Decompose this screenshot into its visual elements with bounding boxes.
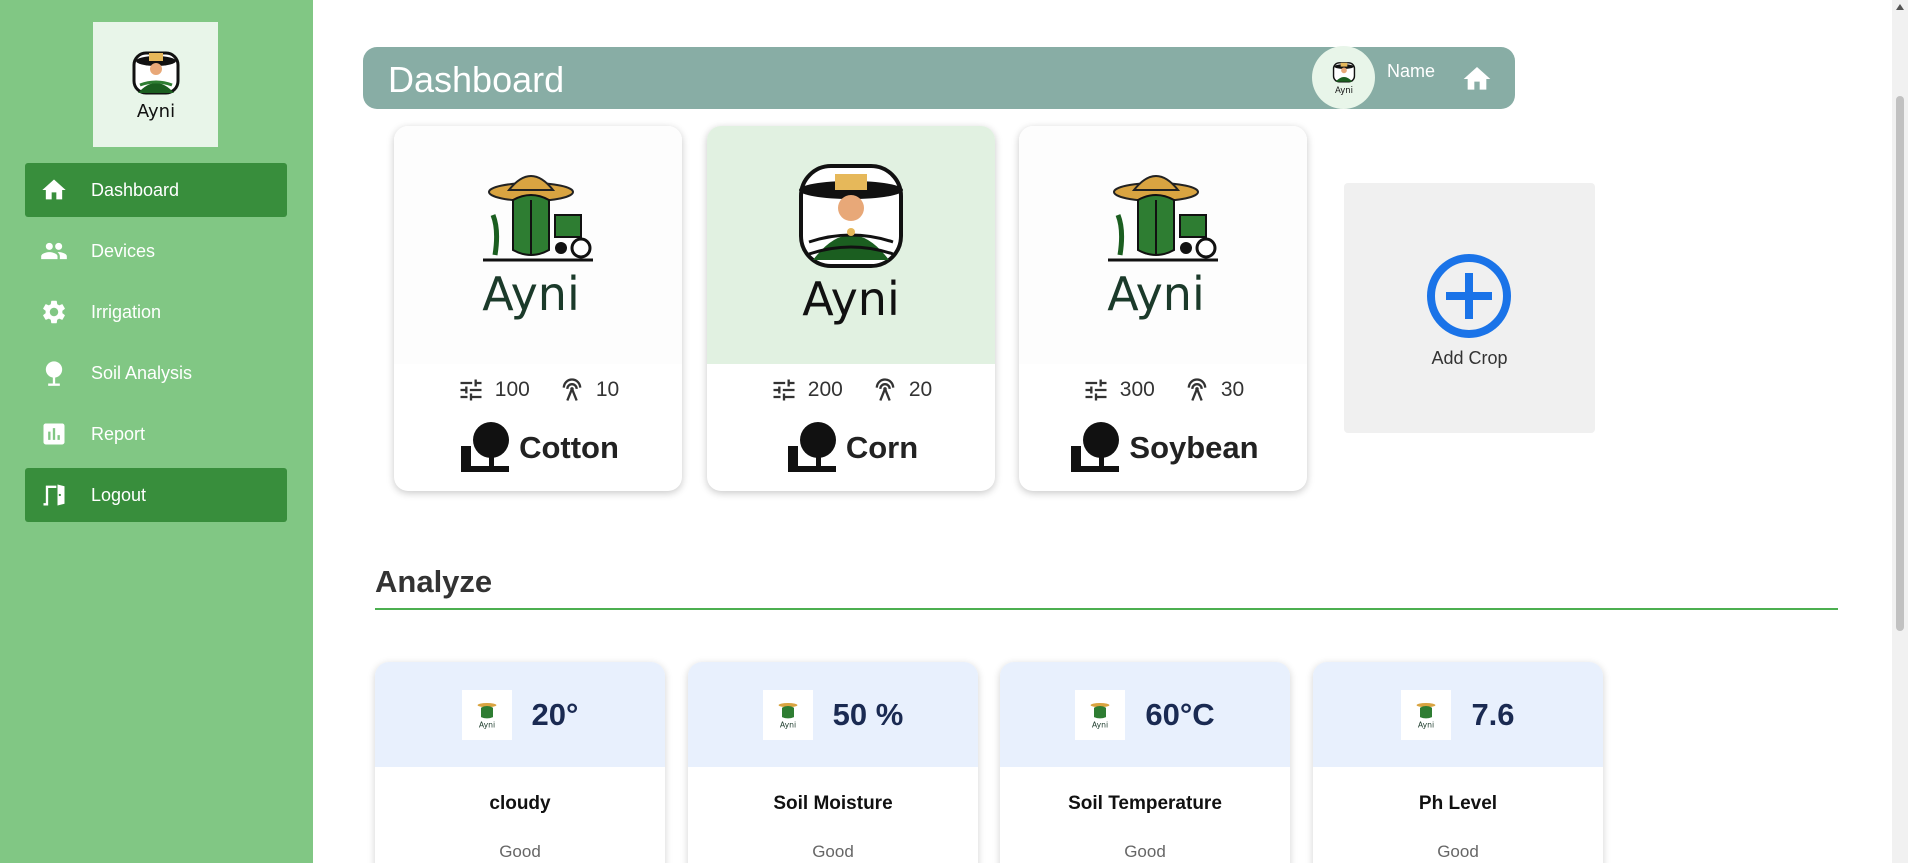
metric-status: Good: [812, 842, 854, 861]
sidebar-item-irrigation[interactable]: Irrigation: [25, 285, 287, 339]
ayni-logo-icon: Ayni: [1332, 61, 1355, 96]
sensor-count: 10: [558, 376, 619, 404]
device-count: 200: [770, 376, 843, 404]
metric-header: Ayni 50 %: [688, 662, 978, 767]
ayni-farmer-logo-icon: Ayni: [1107, 175, 1218, 321]
metric-header: Ayni 60°C: [1000, 662, 1290, 767]
ayni-logo-icon: Ayni: [1075, 689, 1126, 740]
field-icon: [461, 422, 510, 472]
sliders-icon: [773, 379, 795, 401]
crop-image: Ayni: [394, 126, 682, 364]
logout-icon: [39, 480, 69, 510]
metric-card-soil-temperature[interactable]: Ayni 60°C Soil Temperature Good: [1000, 662, 1290, 863]
page-title: Dashboard: [388, 59, 565, 100]
crop-card-cotton[interactable]: Ayni 100 10 Cotton: [394, 126, 682, 491]
vertical-scrollbar[interactable]: [1892, 0, 1908, 863]
crop-stats: 100 10: [394, 376, 682, 404]
report-icon: [39, 419, 69, 449]
scrollbar-thumb[interactable]: [1896, 96, 1904, 631]
sliders-icon: [460, 379, 482, 401]
sidebar-item-label: Dashboard: [91, 179, 180, 200]
crop-name: Corn: [707, 420, 995, 476]
ayni-logo-icon: Ayni: [132, 51, 179, 122]
sidebar-nav: Dashboard Devices Irrigation Soil Analys…: [25, 163, 287, 529]
svg-text:Ayni: Ayni: [136, 101, 174, 122]
crop-image: Ayni: [1019, 126, 1307, 364]
sidebar-item-devices[interactable]: Devices: [25, 224, 287, 278]
metric-label: Soil Temperature: [1068, 793, 1222, 814]
antenna-icon: [562, 378, 582, 401]
svg-text:Ayni: Ayni: [802, 272, 900, 326]
sensor-count: 30: [1183, 376, 1244, 404]
svg-text:Ayni: Ayni: [1107, 267, 1205, 321]
crop-card-corn[interactable]: Ayni 200 20 Corn: [707, 126, 995, 491]
sliders-icon: [1085, 379, 1107, 401]
crop-stats: 300 30: [1019, 376, 1307, 404]
metric-value: 7.6: [1471, 696, 1515, 732]
antenna-icon: [875, 378, 895, 401]
metric-header: Ayni 20°: [375, 662, 665, 767]
avatar[interactable]: Ayni: [1312, 46, 1375, 109]
metric-value: 20°: [531, 696, 579, 732]
sidebar-item-logout[interactable]: Logout: [25, 468, 287, 522]
ayni-farmer-logo-icon: Ayni: [799, 164, 903, 326]
ayni-logo-icon: Ayni: [1401, 689, 1452, 740]
device-count: 300: [1082, 376, 1155, 404]
plus-circle-icon: [1427, 254, 1511, 338]
crop-image: Ayni: [707, 126, 995, 364]
home-icon: [39, 175, 69, 205]
sidebar: Ayni Dashboard Devices Irrigation Soil A…: [0, 0, 313, 863]
device-count: 100: [457, 376, 530, 404]
antenna-icon: [1187, 378, 1207, 401]
sidebar-item-dashboard[interactable]: Dashboard: [25, 163, 287, 217]
crop-stats: 200 20: [707, 376, 995, 404]
field-icon: [1071, 422, 1120, 472]
svg-text:Ayni: Ayni: [482, 267, 580, 321]
ayni-logo-icon: Ayni: [461, 689, 512, 740]
section-divider: [375, 608, 1838, 610]
crop-name: Cotton: [394, 420, 682, 476]
crop-card-soybean[interactable]: Ayni 300 30 Soybean: [1019, 126, 1307, 491]
sidebar-item-label: Report: [91, 423, 146, 444]
tree-icon: [39, 358, 69, 388]
app-logo[interactable]: Ayni: [93, 22, 218, 147]
metric-status: Good: [1124, 842, 1166, 861]
sidebar-item-label: Soil Analysis: [91, 362, 193, 383]
field-icon: [787, 422, 836, 472]
ayni-farmer-logo-icon: Ayni: [482, 175, 593, 321]
metric-label: cloudy: [489, 793, 551, 814]
user-name[interactable]: Name: [1387, 61, 1435, 82]
metric-value: 60°C: [1145, 696, 1215, 732]
home-icon[interactable]: [1461, 63, 1493, 95]
sensor-count: 20: [871, 376, 932, 404]
sidebar-item-soil-analysis[interactable]: Soil Analysis: [25, 346, 287, 400]
metric-card-soil-moisture[interactable]: Ayni 50 % Soil Moisture Good: [688, 662, 978, 863]
add-crop-label: Add Crop: [1431, 348, 1508, 368]
top-header: Dashboard Ayni Name: [363, 46, 1515, 109]
svg-text:Ayni: Ayni: [478, 720, 494, 729]
sidebar-item-report[interactable]: Report: [25, 407, 287, 461]
svg-text:Ayni: Ayni: [779, 720, 795, 729]
crop-name: Soybean: [1019, 420, 1307, 476]
sidebar-item-label: Logout: [91, 484, 147, 505]
add-crop-button[interactable]: Add Crop: [1344, 183, 1595, 433]
metric-card-ph-level[interactable]: Ayni 7.6 Ph Level Good: [1313, 662, 1603, 863]
metric-label: Soil Moisture: [773, 793, 893, 814]
svg-text:Ayni: Ayni: [1418, 720, 1434, 729]
sidebar-item-label: Devices: [91, 240, 156, 261]
people-icon: [39, 236, 69, 266]
metric-card-weather[interactable]: Ayni 20° cloudy Good: [375, 662, 665, 863]
scroll-up-arrow-icon[interactable]: [1894, 0, 1906, 14]
metric-label: Ph Level: [1418, 793, 1498, 814]
gear-icon: [39, 297, 69, 327]
ayni-logo-icon: Ayni: [762, 689, 813, 740]
metric-value: 50 %: [832, 696, 904, 732]
sidebar-item-label: Irrigation: [91, 301, 162, 322]
svg-text:Ayni: Ayni: [1092, 720, 1108, 729]
metric-header: Ayni 7.6: [1313, 662, 1603, 767]
metric-status: Good: [1437, 842, 1479, 861]
section-title: Analyze: [375, 564, 493, 599]
svg-text:Ayni: Ayni: [1334, 86, 1352, 96]
metric-status: Good: [499, 842, 541, 861]
